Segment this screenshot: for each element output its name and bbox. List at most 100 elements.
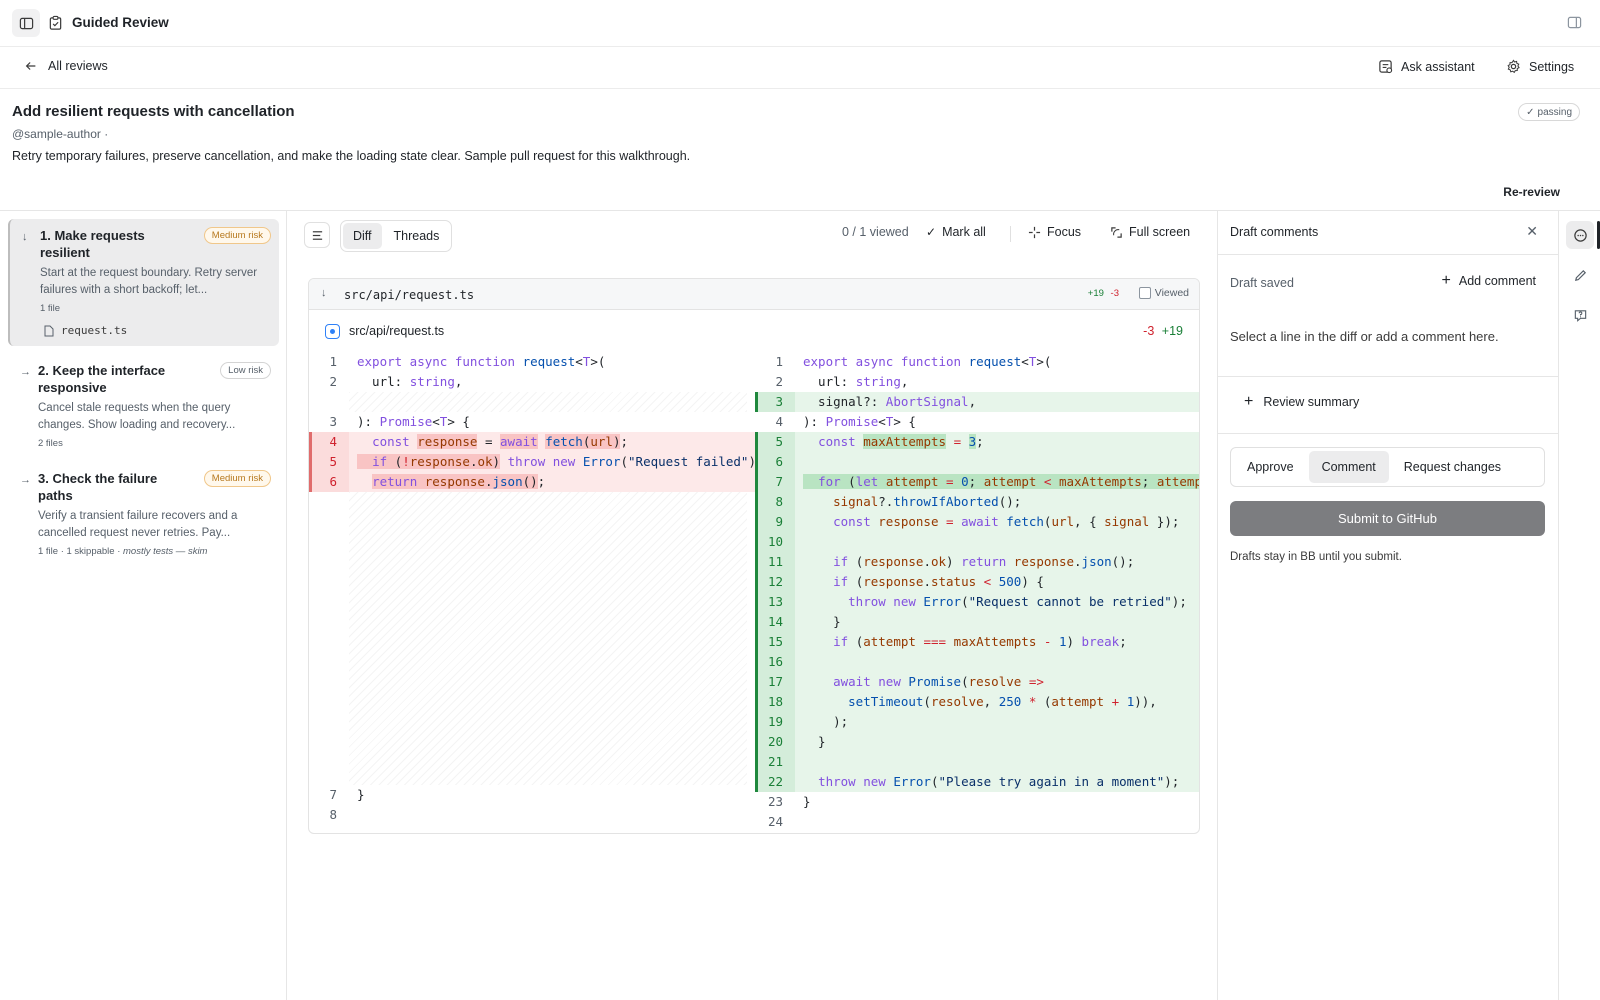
line-number: 20 (755, 732, 795, 752)
line-number: 12 (755, 572, 795, 592)
risk-badge: Medium risk (203, 470, 271, 487)
code-line: ): Promise<T> { (803, 414, 916, 429)
diff-line[interactable]: 2 url: string, (755, 372, 1199, 392)
diff-line-added[interactable]: 5 const maxAttempts = 3; (755, 432, 1199, 452)
diff-line-added[interactable]: 11 if (response.ok) return response.json… (755, 552, 1199, 572)
diff-line-added[interactable]: 3 signal?: AbortSignal, (755, 392, 1199, 412)
diff-line-deleted[interactable]: 4 const response = await fetch(url); (309, 432, 755, 452)
diff-pane-new: 1 export async function request<T>( 2 url… (755, 352, 1199, 832)
mark-all-button[interactable]: ✓ Mark all (926, 225, 986, 239)
diff-line-added[interactable]: 9 const response = await fetch(url, { si… (755, 512, 1199, 532)
tab-diff[interactable]: Diff (343, 223, 382, 249)
submit-to-github-button[interactable]: Submit to GitHub (1230, 501, 1545, 536)
file-subheader: src/api/request.ts -3 +19 (309, 310, 1199, 352)
diff-line-added[interactable]: 16 (755, 652, 1199, 672)
diff-line-added[interactable]: 18 setTimeout(resolve, 250 * (attempt + … (755, 692, 1199, 712)
diff-line-added[interactable]: 20 } (755, 732, 1199, 752)
diff-line-deleted[interactable]: 5 if (!response.ok) throw new Error("Req… (309, 452, 755, 472)
sidebar-toggle-button[interactable] (12, 9, 40, 37)
risk-badge: Medium risk (203, 227, 271, 244)
step-item-3[interactable]: → 3. Check the failure paths Medium risk… (8, 462, 279, 562)
line-number: 7 (329, 787, 337, 802)
step-title: 3. Check the failure paths (38, 471, 158, 503)
diff-line-added[interactable]: 12 if (response.status < 500) { (755, 572, 1199, 592)
code-line: } (803, 794, 811, 809)
settings-button[interactable]: Settings (1506, 59, 1574, 74)
file-status-icon (325, 324, 340, 339)
close-icon[interactable]: ✕ (1526, 223, 1538, 240)
file-change-summary: -3 +19 (1143, 324, 1183, 338)
code-line: if (attempt === maxAttempts - 1) break; (833, 634, 1127, 649)
add-comment-label: Add comment (1458, 274, 1536, 288)
file-header[interactable]: ↓ src/api/request.ts +19 -3 Viewed (309, 279, 1199, 310)
review-summary-button[interactable]: + Review summary (1244, 394, 1359, 410)
step-item-2[interactable]: → 2. Keep the interface responsive Low r… (8, 354, 279, 454)
diff-line-added[interactable]: 22 throw new Error("Please try again in … (755, 772, 1199, 792)
risk-badge: Low risk (220, 362, 271, 379)
comments-rail-button[interactable] (1566, 221, 1594, 249)
diff-line-added[interactable]: 13 throw new Error("Request cannot be re… (755, 592, 1199, 612)
line-number: 3 (755, 392, 795, 412)
diff-line[interactable]: 8 (309, 805, 755, 825)
diff-line-added[interactable]: 17 await new Promise(resolve => (755, 672, 1199, 692)
diff-line[interactable]: 1 export async function request<T>( (755, 352, 1199, 372)
help-rail-button[interactable] (1566, 301, 1594, 329)
code-line: await new Promise(resolve => (833, 674, 1044, 689)
viewed-checkbox[interactable]: Viewed (1138, 287, 1189, 299)
file-icon (44, 325, 54, 336)
file-subheader-path: src/api/request.ts (349, 324, 445, 338)
line-number: 16 (755, 652, 795, 672)
step-file-link[interactable]: request.ts (44, 324, 269, 337)
draft-comments-title: Draft comments (1230, 225, 1319, 239)
panel-right-icon[interactable] (1567, 15, 1582, 33)
diff-line[interactable]: 23} (755, 792, 1199, 812)
file-additions: +19 (1087, 288, 1104, 299)
divider (1218, 376, 1558, 377)
file-path: src/api/request.ts (344, 288, 475, 302)
diff-line[interactable]: 3): Promise<T> { (309, 412, 755, 432)
diff-line-deleted[interactable]: 6 return response.json(); (309, 472, 755, 492)
diff-line-added[interactable]: 10 (755, 532, 1199, 552)
focus-button[interactable]: Focus (1028, 225, 1081, 239)
code-line: const response = await fetch(url, { sign… (833, 514, 1180, 529)
add-comment-button[interactable]: + Add comment (1442, 273, 1536, 289)
ask-assistant-button[interactable]: Ask assistant (1378, 59, 1475, 74)
code-line: return response.json(); (372, 474, 546, 489)
diff-line-added[interactable]: 14 } (755, 612, 1199, 632)
full-screen-button[interactable]: Full screen (1110, 225, 1190, 239)
draft-saved-status: Draft saved (1230, 276, 1294, 290)
approve-option[interactable]: Approve (1234, 451, 1307, 483)
comment-option[interactable]: Comment (1308, 451, 1389, 483)
code-line: if (response.ok) return response.json(); (833, 554, 1135, 569)
diff-line-added[interactable]: 7 for (let attempt = 0; attempt < maxAtt… (755, 472, 1199, 492)
diff-line-added[interactable]: 8 signal?.throwIfAborted(); (755, 492, 1199, 512)
line-number: 1 (329, 354, 337, 369)
code-line: } (357, 787, 365, 802)
diff-line-added[interactable]: 15 if (attempt === maxAttempts - 1) brea… (755, 632, 1199, 652)
request-changes-option[interactable]: Request changes (1391, 451, 1514, 483)
diff-line[interactable]: 2 url: string, (309, 372, 755, 392)
line-number: 7 (755, 472, 795, 492)
line-number: 2 (775, 374, 783, 389)
diff-line-added[interactable]: 6 (755, 452, 1199, 472)
checkbox-box[interactable] (1138, 287, 1151, 299)
tab-threads[interactable]: Threads (384, 223, 450, 249)
chevron-down-icon[interactable]: ↓ (321, 287, 327, 299)
diff-line[interactable]: 4): Promise<T> { (755, 412, 1199, 432)
diff-line[interactable]: 24 (755, 812, 1199, 832)
back-to-all-reviews-link[interactable]: All reviews (24, 59, 108, 73)
diff-line-added[interactable]: 21 (755, 752, 1199, 772)
divider (1218, 433, 1558, 434)
edit-rail-button[interactable] (1566, 261, 1594, 289)
toggle-outline-button[interactable] (304, 222, 330, 248)
step-meta: 1 file · 1 skippable · mostly tests — sk… (38, 546, 269, 557)
diff-line-added[interactable]: 19 ); (755, 712, 1199, 732)
line-number: 23 (767, 794, 783, 809)
step-description: Verify a transient failure recovers and … (38, 510, 238, 539)
diff-line[interactable]: 1 export async function request<T>( (309, 352, 755, 372)
summary-deletions: -3 (1143, 324, 1155, 338)
rereview-button[interactable]: Re-review (1503, 185, 1560, 199)
step-item-1[interactable]: ↓ 1. Make requests resilient Medium risk… (8, 219, 279, 346)
diff-line[interactable]: 7} (309, 785, 755, 805)
line-number: 5 (755, 432, 795, 452)
